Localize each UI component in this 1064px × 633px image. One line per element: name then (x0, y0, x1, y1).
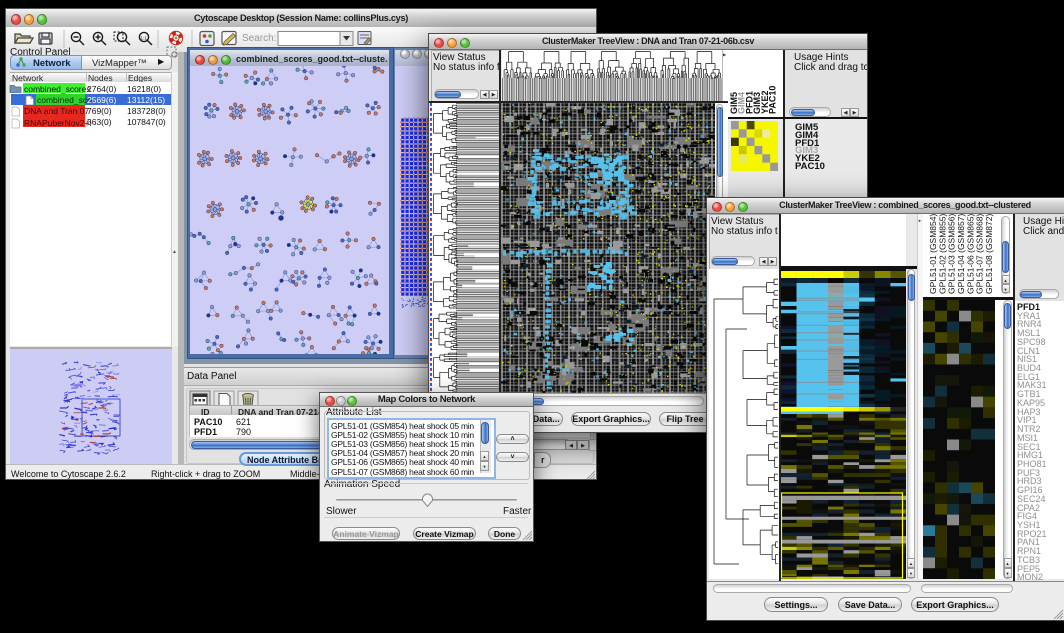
svg-text:PAC10: PAC10 (768, 86, 778, 114)
svg-text:GPL51-08 (GSM872): GPL51-08 (GSM872) (984, 214, 994, 294)
svg-text:1:1: 1:1 (141, 36, 148, 41)
svg-text:Search:: Search: (242, 33, 276, 44)
